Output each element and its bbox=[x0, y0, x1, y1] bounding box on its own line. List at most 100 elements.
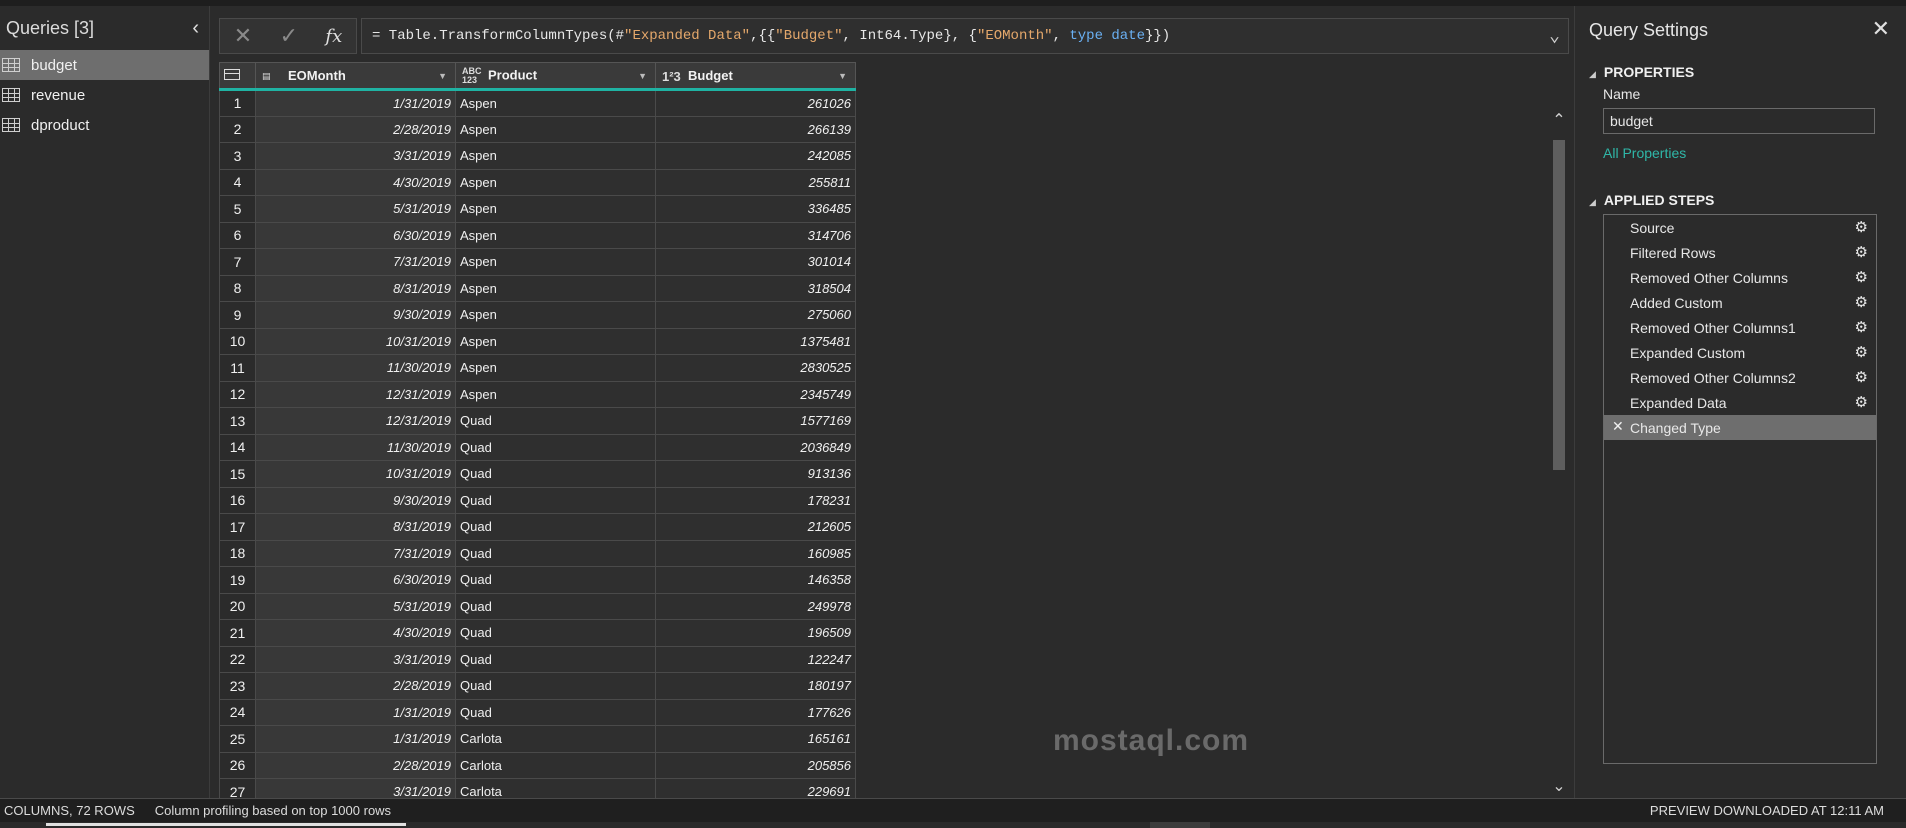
row-number[interactable]: 26 bbox=[219, 751, 256, 779]
eomonth-cell[interactable]: 2/28/2019 bbox=[255, 672, 456, 700]
table-row[interactable]: 15 10/31/2019 Quad 913136 bbox=[219, 460, 856, 488]
eomonth-cell[interactable]: 12/31/2019 bbox=[255, 380, 456, 408]
eomonth-cell[interactable]: 10/31/2019 bbox=[255, 460, 456, 488]
product-cell[interactable]: Quad bbox=[455, 460, 656, 488]
row-number[interactable]: 23 bbox=[219, 672, 256, 700]
eomonth-cell[interactable]: 5/31/2019 bbox=[255, 592, 456, 620]
product-cell[interactable]: Quad bbox=[455, 619, 656, 647]
scroll-up-icon[interactable]: ⌃ bbox=[1551, 110, 1567, 130]
gear-icon[interactable]: ⚙ bbox=[1855, 368, 1868, 386]
product-cell[interactable]: Aspen bbox=[455, 89, 656, 117]
delete-step-icon[interactable]: ✕ bbox=[1612, 418, 1624, 435]
table-row[interactable]: 19 6/30/2019 Quad 146358 bbox=[219, 566, 856, 594]
gear-icon[interactable]: ⚙ bbox=[1855, 393, 1868, 411]
row-number[interactable]: 13 bbox=[219, 407, 256, 435]
filter-dropdown-icon[interactable]: ▼ bbox=[638, 71, 647, 81]
fx-icon[interactable]: fx bbox=[325, 26, 342, 47]
product-cell[interactable]: Aspen bbox=[455, 195, 656, 223]
applied-step[interactable]: Removed Other Columns1 ⚙ bbox=[1604, 315, 1876, 340]
column-header-budget[interactable]: 1²3 Budget ▼ bbox=[655, 62, 856, 91]
product-cell[interactable]: Quad bbox=[455, 592, 656, 620]
eomonth-cell[interactable]: 8/31/2019 bbox=[255, 513, 456, 541]
applied-step[interactable]: Filtered Rows ⚙ bbox=[1604, 240, 1876, 265]
table-row[interactable]: 25 1/31/2019 Carlota 165161 bbox=[219, 725, 856, 753]
table-row[interactable]: 1 1/31/2019 Aspen 261026 bbox=[219, 89, 856, 117]
query-item-revenue[interactable]: revenue bbox=[0, 80, 209, 110]
budget-cell[interactable]: 122247 bbox=[655, 645, 856, 673]
eomonth-cell[interactable]: 12/31/2019 bbox=[255, 407, 456, 435]
product-cell[interactable]: Quad bbox=[455, 698, 656, 726]
eomonth-cell[interactable]: 9/30/2019 bbox=[255, 486, 456, 514]
eomonth-cell[interactable]: 3/31/2019 bbox=[255, 142, 456, 170]
row-number[interactable]: 8 bbox=[219, 274, 256, 302]
eomonth-cell[interactable]: 9/30/2019 bbox=[255, 301, 456, 329]
budget-cell[interactable]: 249978 bbox=[655, 592, 856, 620]
table-row[interactable]: 8 8/31/2019 Aspen 318504 bbox=[219, 274, 856, 302]
gear-icon[interactable]: ⚙ bbox=[1855, 268, 1868, 286]
chevron-down-icon[interactable]: ⌄ bbox=[1549, 25, 1560, 47]
filter-dropdown-icon[interactable]: ▼ bbox=[438, 71, 447, 81]
budget-cell[interactable]: 318504 bbox=[655, 274, 856, 302]
table-row[interactable]: 2 2/28/2019 Aspen 266139 bbox=[219, 115, 856, 143]
budget-cell[interactable]: 2036849 bbox=[655, 433, 856, 461]
table-row[interactable]: 17 8/31/2019 Quad 212605 bbox=[219, 513, 856, 541]
eomonth-cell[interactable]: 5/31/2019 bbox=[255, 195, 456, 223]
budget-cell[interactable]: 266139 bbox=[655, 115, 856, 143]
eomonth-cell[interactable]: 11/30/2019 bbox=[255, 354, 456, 382]
row-number[interactable]: 15 bbox=[219, 460, 256, 488]
budget-cell[interactable]: 2345749 bbox=[655, 380, 856, 408]
gear-icon[interactable]: ⚙ bbox=[1855, 318, 1868, 336]
eomonth-cell[interactable]: 4/30/2019 bbox=[255, 168, 456, 196]
formula-input[interactable]: = Table.TransformColumnTypes(# "Expanded … bbox=[361, 18, 1569, 54]
budget-cell[interactable]: 205856 bbox=[655, 751, 856, 779]
eomonth-cell[interactable]: 6/30/2019 bbox=[255, 221, 456, 249]
row-number[interactable]: 25 bbox=[219, 725, 256, 753]
budget-cell[interactable]: 212605 bbox=[655, 513, 856, 541]
applied-steps-section[interactable]: ◢ APPLIED STEPS bbox=[1589, 192, 1714, 208]
eomonth-cell[interactable]: 7/31/2019 bbox=[255, 248, 456, 276]
row-number[interactable]: 11 bbox=[219, 354, 256, 382]
row-number[interactable]: 18 bbox=[219, 539, 256, 567]
table-row[interactable]: 6 6/30/2019 Aspen 314706 bbox=[219, 221, 856, 249]
row-number[interactable]: 10 bbox=[219, 327, 256, 355]
eomonth-cell[interactable]: 1/31/2019 bbox=[255, 89, 456, 117]
product-cell[interactable]: Aspen bbox=[455, 274, 656, 302]
name-field[interactable]: budget bbox=[1603, 108, 1875, 134]
product-cell[interactable]: Aspen bbox=[455, 221, 656, 249]
product-cell[interactable]: Quad bbox=[455, 513, 656, 541]
table-row[interactable]: 10 10/31/2019 Aspen 1375481 bbox=[219, 327, 856, 355]
collapse-icon[interactable]: ‹ bbox=[192, 17, 199, 40]
budget-cell[interactable]: 2830525 bbox=[655, 354, 856, 382]
row-number[interactable]: 21 bbox=[219, 619, 256, 647]
row-number[interactable]: 20 bbox=[219, 592, 256, 620]
row-number[interactable]: 24 bbox=[219, 698, 256, 726]
product-cell[interactable]: Quad bbox=[455, 433, 656, 461]
gear-icon[interactable]: ⚙ bbox=[1855, 218, 1868, 236]
cancel-icon[interactable]: ✕ bbox=[234, 23, 252, 49]
eomonth-cell[interactable]: 2/28/2019 bbox=[255, 751, 456, 779]
table-row[interactable]: 9 9/30/2019 Aspen 275060 bbox=[219, 301, 856, 329]
table-row[interactable]: 11 11/30/2019 Aspen 2830525 bbox=[219, 354, 856, 382]
gear-icon[interactable]: ⚙ bbox=[1855, 343, 1868, 361]
table-row[interactable]: 24 1/31/2019 Quad 177626 bbox=[219, 698, 856, 726]
table-row[interactable]: 26 2/28/2019 Carlota 205856 bbox=[219, 751, 856, 779]
check-icon[interactable]: ✓ bbox=[280, 23, 298, 49]
table-menu-icon[interactable] bbox=[219, 62, 256, 91]
product-cell[interactable]: Aspen bbox=[455, 301, 656, 329]
applied-step[interactable]: Expanded Data ⚙ bbox=[1604, 390, 1876, 415]
table-row[interactable]: 16 9/30/2019 Quad 178231 bbox=[219, 486, 856, 514]
budget-cell[interactable]: 165161 bbox=[655, 725, 856, 753]
budget-cell[interactable]: 314706 bbox=[655, 221, 856, 249]
column-header-product[interactable]: ABC 123 Product ▼ bbox=[455, 62, 656, 91]
eomonth-cell[interactable]: 4/30/2019 bbox=[255, 619, 456, 647]
row-number[interactable]: 6 bbox=[219, 221, 256, 249]
row-number[interactable]: 22 bbox=[219, 645, 256, 673]
table-row[interactable]: 4 4/30/2019 Aspen 255811 bbox=[219, 168, 856, 196]
row-number[interactable]: 12 bbox=[219, 380, 256, 408]
applied-step[interactable]: Source ⚙ bbox=[1604, 215, 1876, 240]
row-number[interactable]: 17 bbox=[219, 513, 256, 541]
eomonth-cell[interactable]: 1/31/2019 bbox=[255, 698, 456, 726]
budget-cell[interactable]: 301014 bbox=[655, 248, 856, 276]
product-cell[interactable]: Aspen bbox=[455, 327, 656, 355]
row-number[interactable]: 3 bbox=[219, 142, 256, 170]
